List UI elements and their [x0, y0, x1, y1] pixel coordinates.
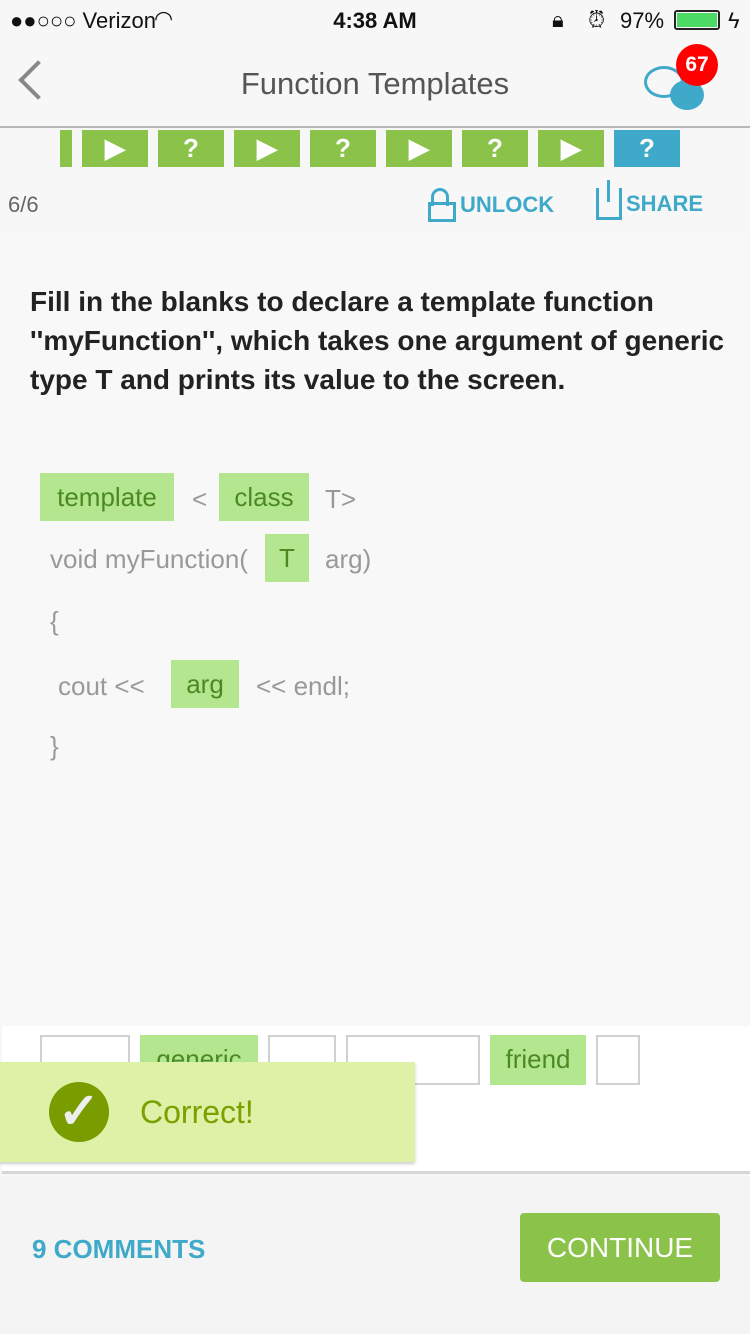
- code-text: << endl;: [256, 671, 350, 701]
- comments-link[interactable]: 9 COMMENTS: [32, 1234, 205, 1265]
- filled-blank[interactable]: T: [265, 534, 309, 582]
- toast-text: Correct!: [140, 1094, 254, 1130]
- share-label: SHARE: [626, 191, 704, 216]
- code-text: T>: [325, 484, 357, 514]
- step-quiz[interactable]: ?: [462, 130, 528, 167]
- step-quiz[interactable]: ?: [310, 130, 376, 167]
- lock-icon: [428, 188, 456, 222]
- code-text: <: [192, 484, 208, 514]
- filled-blank[interactable]: template: [40, 473, 174, 521]
- step-quiz-active[interactable]: ?: [614, 130, 680, 167]
- step-lesson[interactable]: ▶: [82, 130, 148, 167]
- share-icon: [596, 180, 622, 220]
- rotation-lock-icon: 🔒︎: [552, 7, 564, 32]
- code-text: void myFunction(: [50, 544, 248, 574]
- status-bar: ●●○○○ Verizon ◠ 4:38 AM 🔒︎ ⏰︎ 97% ϟ: [0, 0, 750, 40]
- step-lesson[interactable]: ▶: [234, 130, 300, 167]
- code-text: arg): [325, 544, 372, 574]
- code-text: {: [50, 606, 59, 636]
- progress-counter: 6/6: [8, 192, 39, 217]
- continue-button[interactable]: CONTINUE: [520, 1213, 720, 1282]
- unlock-button[interactable]: UNLOCK: [428, 188, 554, 222]
- code-text: cout <<: [58, 671, 145, 701]
- battery-icon: [674, 10, 720, 30]
- alarm-icon: ⏰︎: [588, 7, 606, 32]
- charging-icon: ϟ: [728, 8, 740, 33]
- code-text: }: [50, 731, 59, 761]
- unlock-label: UNLOCK: [460, 192, 555, 217]
- step-partial: [60, 130, 72, 167]
- word-option[interactable]: friend: [490, 1035, 586, 1085]
- page-title: Function Templates: [240, 66, 510, 101]
- question-text: Fill in the blanks to declare a template…: [30, 286, 725, 395]
- step-quiz[interactable]: ?: [158, 130, 224, 167]
- filled-blank[interactable]: arg: [171, 660, 239, 708]
- step-lesson[interactable]: ▶: [538, 130, 604, 167]
- battery-percent: 97%: [620, 8, 665, 33]
- nav-bar: Function Templates 67: [0, 40, 750, 128]
- word-slot-empty: [596, 1035, 640, 1085]
- checkmark-icon: ✓: [49, 1082, 109, 1142]
- share-button[interactable]: SHARE: [596, 180, 704, 220]
- notification-badge: 67: [676, 44, 718, 86]
- filled-blank[interactable]: class: [219, 473, 309, 521]
- step-lesson[interactable]: ▶: [386, 130, 452, 167]
- correct-toast: ✓ Correct!: [0, 1062, 415, 1162]
